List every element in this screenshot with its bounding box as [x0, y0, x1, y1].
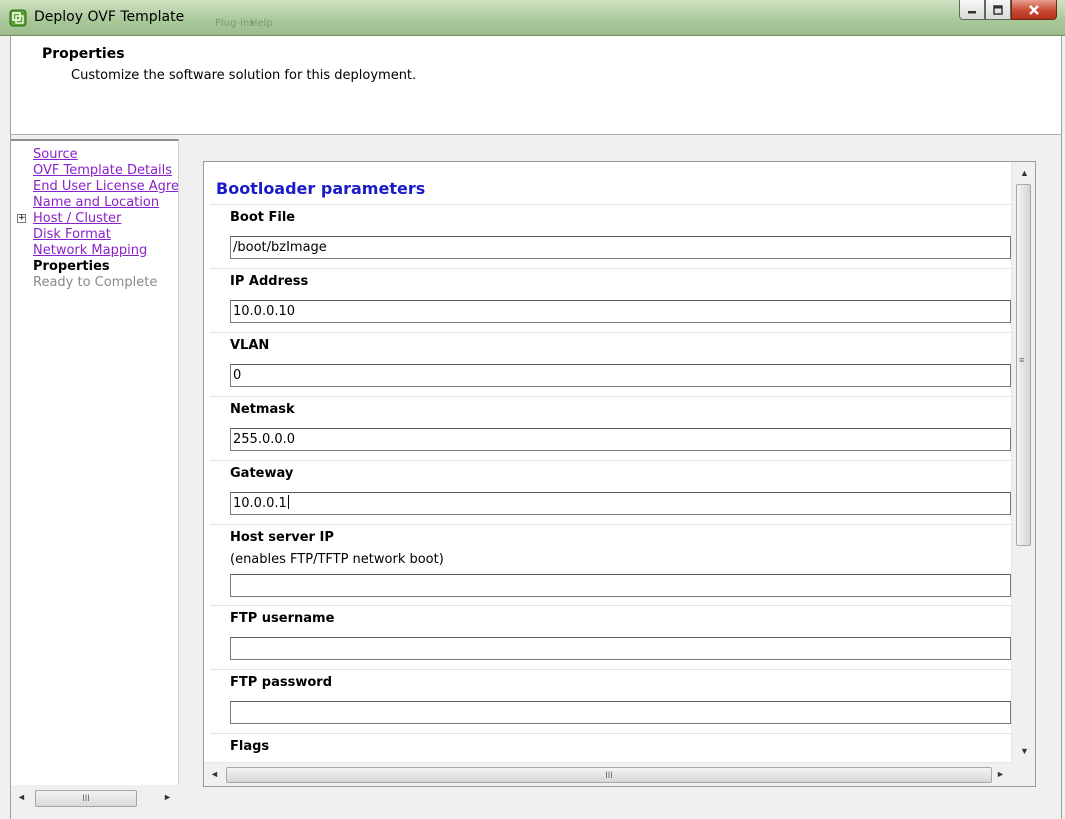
field-netmask: Netmask 255.0.0.0	[210, 396, 1011, 460]
close-button[interactable]	[1011, 0, 1057, 20]
grip-icon: III	[605, 770, 613, 780]
nav-item-network-mapping[interactable]: Network Mapping	[33, 243, 147, 259]
horizontal-scroll-thumb[interactable]: III	[226, 767, 992, 783]
nav-item-ovf-template-details[interactable]: OVF Template Details	[33, 163, 172, 179]
field-label: Netmask	[230, 402, 295, 417]
minimize-button[interactable]	[959, 0, 985, 20]
nav-horizontal-scrollbar[interactable]: ◄ III ►	[11, 785, 179, 811]
vlan-input[interactable]: 0	[230, 364, 1011, 387]
page-title: Properties	[42, 46, 125, 62]
wizard-steps-nav: Source OVF Template Details End User Lic…	[11, 139, 179, 785]
nav-scroll-thumb[interactable]: III	[35, 790, 137, 807]
nav-item-source[interactable]: Source	[33, 147, 78, 163]
wizard-body: Source OVF Template Details End User Lic…	[10, 135, 1062, 819]
vertical-scrollbar[interactable]: ▲ ≡ ▼	[1011, 162, 1035, 762]
nav-item-ready-to-complete: Ready to Complete	[33, 275, 158, 290]
field-ftp-password: FTP password	[210, 669, 1011, 733]
grip-icon: III	[82, 793, 90, 803]
boot-file-input[interactable]: /boot/bzImage	[230, 236, 1011, 259]
window-title: Deploy OVF Template	[34, 9, 185, 25]
close-icon	[1029, 4, 1039, 15]
field-host-server-ip: Host server IP (enables FTP/TFTP network…	[210, 524, 1011, 605]
field-label: VLAN	[230, 338, 270, 353]
field-label: Gateway	[230, 466, 294, 481]
vsphere-app-icon	[9, 9, 27, 27]
title-bar: Deploy OVF Template Plug-ins Help	[0, 0, 1065, 36]
field-label: Host server IP	[230, 530, 334, 545]
field-vlan: VLAN 0	[210, 332, 1011, 396]
scroll-right-arrow-icon[interactable]: ►	[996, 769, 1005, 779]
scroll-up-arrow-icon[interactable]: ▲	[1020, 168, 1029, 178]
field-flags: Flags	[210, 733, 1011, 762]
maximize-icon	[993, 4, 1003, 15]
field-description: (enables FTP/TFTP network boot)	[230, 552, 444, 567]
host-server-ip-input[interactable]	[230, 574, 1011, 597]
expand-plus-icon[interactable]: +	[17, 214, 26, 223]
properties-panel: Bootloader parameters Boot File /boot/bz…	[203, 161, 1036, 787]
field-boot-file: Boot File /boot/bzImage	[210, 204, 1011, 268]
wizard-header: Properties Customize the software soluti…	[10, 36, 1062, 135]
field-label: IP Address	[230, 274, 309, 289]
ftp-password-input[interactable]	[230, 701, 1011, 724]
nav-item-disk-format[interactable]: Disk Format	[33, 227, 111, 243]
scroll-left-arrow-icon[interactable]: ◄	[210, 769, 219, 779]
scroll-down-arrow-icon[interactable]: ▼	[1020, 746, 1029, 756]
scroll-right-arrow-icon[interactable]: ►	[163, 792, 172, 802]
field-ftp-username: FTP username	[210, 605, 1011, 669]
section-title: Bootloader parameters	[216, 179, 426, 198]
gateway-input-value: 10.0.0.1	[233, 496, 287, 511]
nav-item-name-and-location[interactable]: Name and Location	[33, 195, 159, 211]
field-label: Boot File	[230, 210, 296, 225]
ip-address-input[interactable]: 10.0.0.10	[230, 300, 1011, 323]
vertical-scroll-thumb[interactable]: ≡	[1016, 184, 1031, 546]
nav-item-properties: Properties	[33, 259, 110, 274]
horizontal-scrollbar[interactable]: ◄ III ►	[204, 762, 1011, 786]
scrollbar-corner	[1011, 762, 1035, 786]
page-subtitle: Customize the software solution for this…	[71, 68, 417, 83]
nav-item-eula[interactable]: End User License Agreement	[33, 179, 178, 195]
background-menu-help: Help	[250, 18, 273, 29]
properties-content: Bootloader parameters Boot File /boot/bz…	[204, 162, 1011, 762]
grip-icon: ≡	[1019, 355, 1025, 365]
field-gateway: Gateway 10.0.0.1	[210, 460, 1011, 524]
minimize-icon	[968, 10, 976, 13]
field-label: FTP username	[230, 611, 335, 626]
ftp-username-input[interactable]	[230, 637, 1011, 660]
netmask-input[interactable]: 255.0.0.0	[230, 428, 1011, 451]
maximize-button[interactable]	[985, 0, 1011, 20]
background-menu-plugins: Plug-ins	[215, 18, 255, 29]
nav-item-host-cluster[interactable]: Host / Cluster	[33, 211, 121, 227]
gateway-input[interactable]: 10.0.0.1	[230, 492, 1011, 515]
field-label: FTP password	[230, 675, 333, 690]
field-ip-address: IP Address 10.0.0.10	[210, 268, 1011, 332]
scroll-left-arrow-icon[interactable]: ◄	[17, 792, 26, 802]
field-label: Flags	[230, 739, 270, 754]
window-controls	[959, 0, 1057, 22]
text-caret	[287, 495, 289, 509]
